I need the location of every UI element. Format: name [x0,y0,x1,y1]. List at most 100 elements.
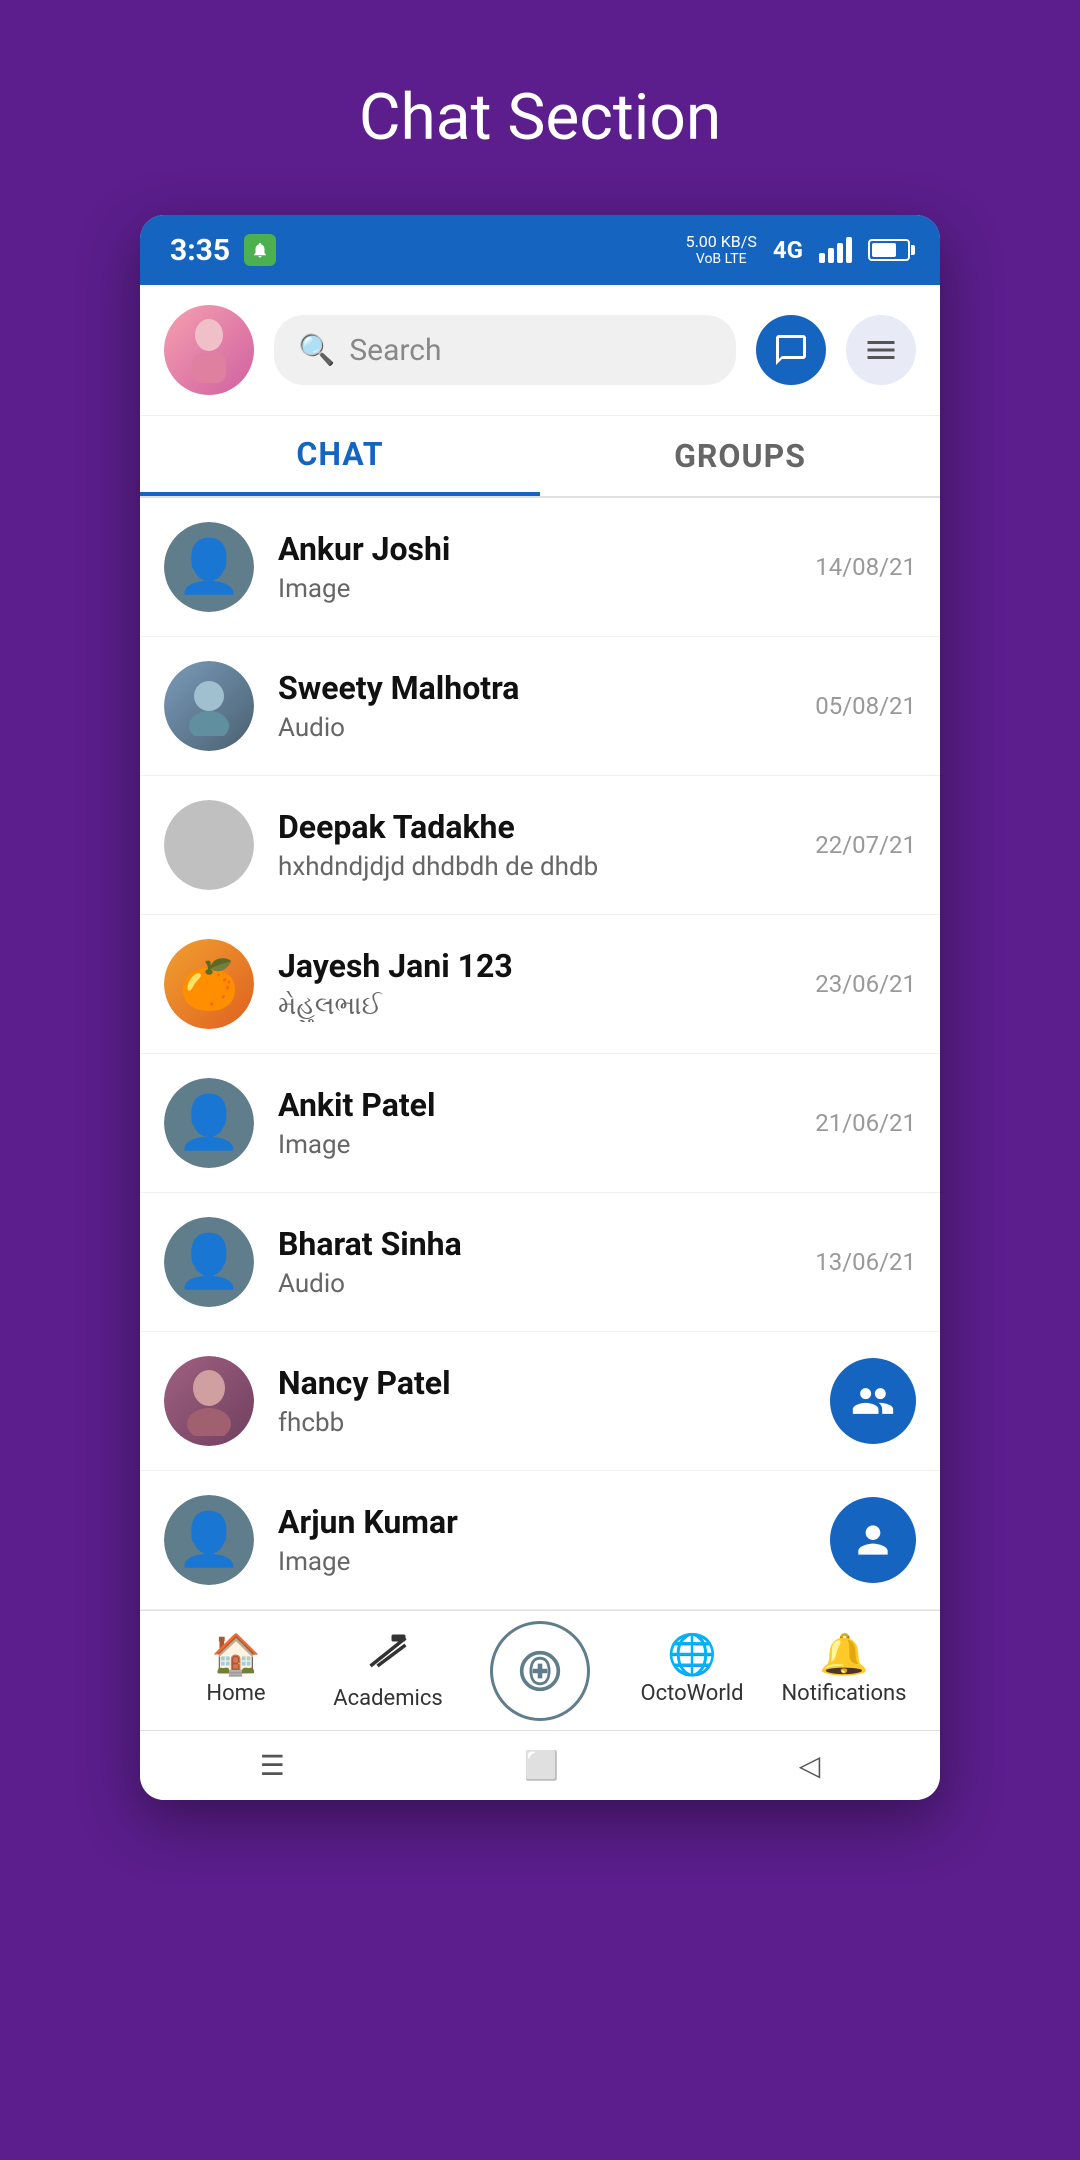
chat-name-ankit-patel: Ankit Patel [278,1086,805,1124]
avatar-sweety-malhotra [164,661,254,751]
chat-preview-jayesh-jani: મેહુલભાઈ [278,991,805,1022]
chat-info-ankit-patel: Ankit Patel Image [278,1086,805,1160]
chat-info-jayesh-jani: Jayesh Jani 123 મેહુલભાઈ [278,947,805,1022]
chat-date-deepak-tadakhe: 22/07/21 [815,831,916,859]
bar3 [837,243,843,263]
chat-name-arjun-kumar: Arjun Kumar [278,1503,830,1541]
chat-name-nancy-patel: Nancy Patel [278,1364,830,1402]
chat-preview-ankur-joshi: Image [278,574,805,604]
network-type: VoB LTE [696,251,747,268]
tab-groups[interactable]: GROUPS [540,416,940,496]
chat-name-deepak-tadakhe: Deepak Tadakhe [278,808,805,846]
chat-info-nancy-patel: Nancy Patel fhcbb [278,1364,830,1438]
chat-info-sweety-malhotra: Sweety Malhotra Audio [278,669,805,743]
octoworld-icon: 🌐 [667,1635,717,1675]
chat-item-bharat-sinha[interactable]: 👤 Bharat Sinha Audio 13/06/21 [140,1193,940,1332]
nancy-date-fab-area [830,1358,916,1444]
speed-indicator: 5.00 KB/S VoB LTE [686,232,757,268]
avatar-arjun-kumar: 👤 [164,1495,254,1585]
bar2 [828,248,834,263]
nav-label-home: Home [206,1681,265,1706]
chat-item-ankur-joshi[interactable]: 👤 Ankur Joshi Image 14/08/21 [140,498,940,637]
chat-item-nancy-patel[interactable]: Nancy Patel fhcbb [140,1332,940,1471]
avatar-nancy-patel [164,1356,254,1446]
avatar-deepak-tadakhe [164,800,254,890]
page-title: Chat Section [359,80,721,155]
avatar-bharat-sinha: 👤 [164,1217,254,1307]
chat-info-deepak-tadakhe: Deepak Tadakhe hxhdndjdjd dhdbdh de dhdb [278,808,805,882]
chat-preview-bharat-sinha: Audio [278,1269,805,1299]
tab-chat[interactable]: CHAT [140,416,540,496]
chat-item-deepak-tadakhe[interactable]: Deepak Tadakhe hxhdndjdjd dhdbdh de dhdb… [140,776,940,915]
chat-name-bharat-sinha: Bharat Sinha [278,1225,805,1263]
user-avatar[interactable] [164,305,254,395]
chat-date-sweety-malhotra: 05/08/21 [815,692,916,720]
home-icon: 🏠 [211,1635,261,1675]
person-fab-button[interactable] [830,1497,916,1583]
page-title-wrapper: Chat Section [359,0,721,215]
bottom-nav: 🏠 Home Academics 🌐 [140,1610,940,1730]
nav-label-octoworld: OctoWorld [640,1681,743,1706]
chat-preview-deepak-tadakhe: hxhdndjdjd dhdbdh de dhdb [278,852,805,882]
chat-date-ankit-patel: 21/06/21 [815,1109,916,1137]
chat-preview-ankit-patel: Image [278,1130,805,1160]
chat-name-sweety-malhotra: Sweety Malhotra [278,669,805,707]
nav-item-notifications[interactable]: 🔔 Notifications [768,1611,920,1730]
chat-info-arjun-kumar: Arjun Kumar Image [278,1503,830,1577]
chat-bubble-button[interactable] [756,315,826,385]
nav-label-academics: Academics [333,1686,442,1711]
nav-label-notifications: Notifications [781,1681,906,1706]
bar4 [846,237,852,263]
user-avatar-image [164,305,254,395]
chat-info-bharat-sinha: Bharat Sinha Audio [278,1225,805,1299]
academics-icon [367,1631,409,1680]
nav-item-add[interactable] [464,1611,616,1730]
speed-value: 5.00 KB/S [686,232,757,251]
android-menu-button[interactable]: ☰ [260,1749,285,1782]
notification-icon-small [244,234,276,266]
status-bar-right: 5.00 KB/S VoB LTE 4G [686,232,910,268]
chat-item-sweety-malhotra[interactable]: Sweety Malhotra Audio 05/08/21 [140,637,940,776]
signal-bars [819,237,852,263]
bar1 [819,253,825,263]
phone-frame: 3:35 5.00 KB/S VoB LTE 4G [140,215,940,1800]
chat-name-jayesh-jani: Jayesh Jani 123 [278,947,805,985]
4g-indicator: 4G [773,236,803,264]
notifications-icon: 🔔 [819,1635,869,1675]
menu-button[interactable] [846,315,916,385]
nav-item-home[interactable]: 🏠 Home [160,1611,312,1730]
status-bar-left: 3:35 [170,233,276,268]
battery-fill [872,243,896,257]
app-header: 🔍 Search [140,285,940,416]
chat-item-ankit-patel[interactable]: 👤 Ankit Patel Image 21/06/21 [140,1054,940,1193]
tabs: CHAT GROUPS [140,416,940,498]
status-bar: 3:35 5.00 KB/S VoB LTE 4G [140,215,940,285]
chat-list: 👤 Ankur Joshi Image 14/08/21 Sweety Malh… [140,498,940,1610]
chat-preview-arjun-kumar: Image [278,1547,830,1577]
android-back-button[interactable]: ◁ [799,1749,821,1782]
avatar-ankit-patel: 👤 [164,1078,254,1168]
add-center-button[interactable] [490,1621,590,1721]
arjun-date-fab-area [830,1497,916,1583]
chat-item-arjun-kumar[interactable]: 👤 Arjun Kumar Image [140,1471,940,1610]
nav-item-academics[interactable]: Academics [312,1611,464,1730]
android-home-button[interactable]: ⬜ [524,1749,559,1782]
avatar-jayesh-jani: 🍊 [164,939,254,1029]
chat-date-ankur-joshi: 14/08/21 [815,553,916,581]
status-time: 3:35 [170,233,230,268]
search-placeholder: Search [349,333,441,368]
search-icon: 🔍 [298,333,335,368]
group-fab-button[interactable] [830,1358,916,1444]
chat-info-ankur-joshi: Ankur Joshi Image [278,530,805,604]
chat-date-bharat-sinha: 13/06/21 [815,1248,916,1276]
search-bar[interactable]: 🔍 Search [274,315,736,385]
chat-name-ankur-joshi: Ankur Joshi [278,530,805,568]
chat-preview-nancy-patel: fhcbb [278,1408,830,1438]
chat-preview-sweety-malhotra: Audio [278,713,805,743]
avatar-ankur-joshi: 👤 [164,522,254,612]
android-nav-bar: ☰ ⬜ ◁ [140,1730,940,1800]
chat-item-jayesh-jani[interactable]: 🍊 Jayesh Jani 123 મેહુલભાઈ 23/06/21 [140,915,940,1054]
battery-icon [868,239,910,261]
chat-date-jayesh-jani: 23/06/21 [815,970,916,998]
nav-item-octoworld[interactable]: 🌐 OctoWorld [616,1611,768,1730]
